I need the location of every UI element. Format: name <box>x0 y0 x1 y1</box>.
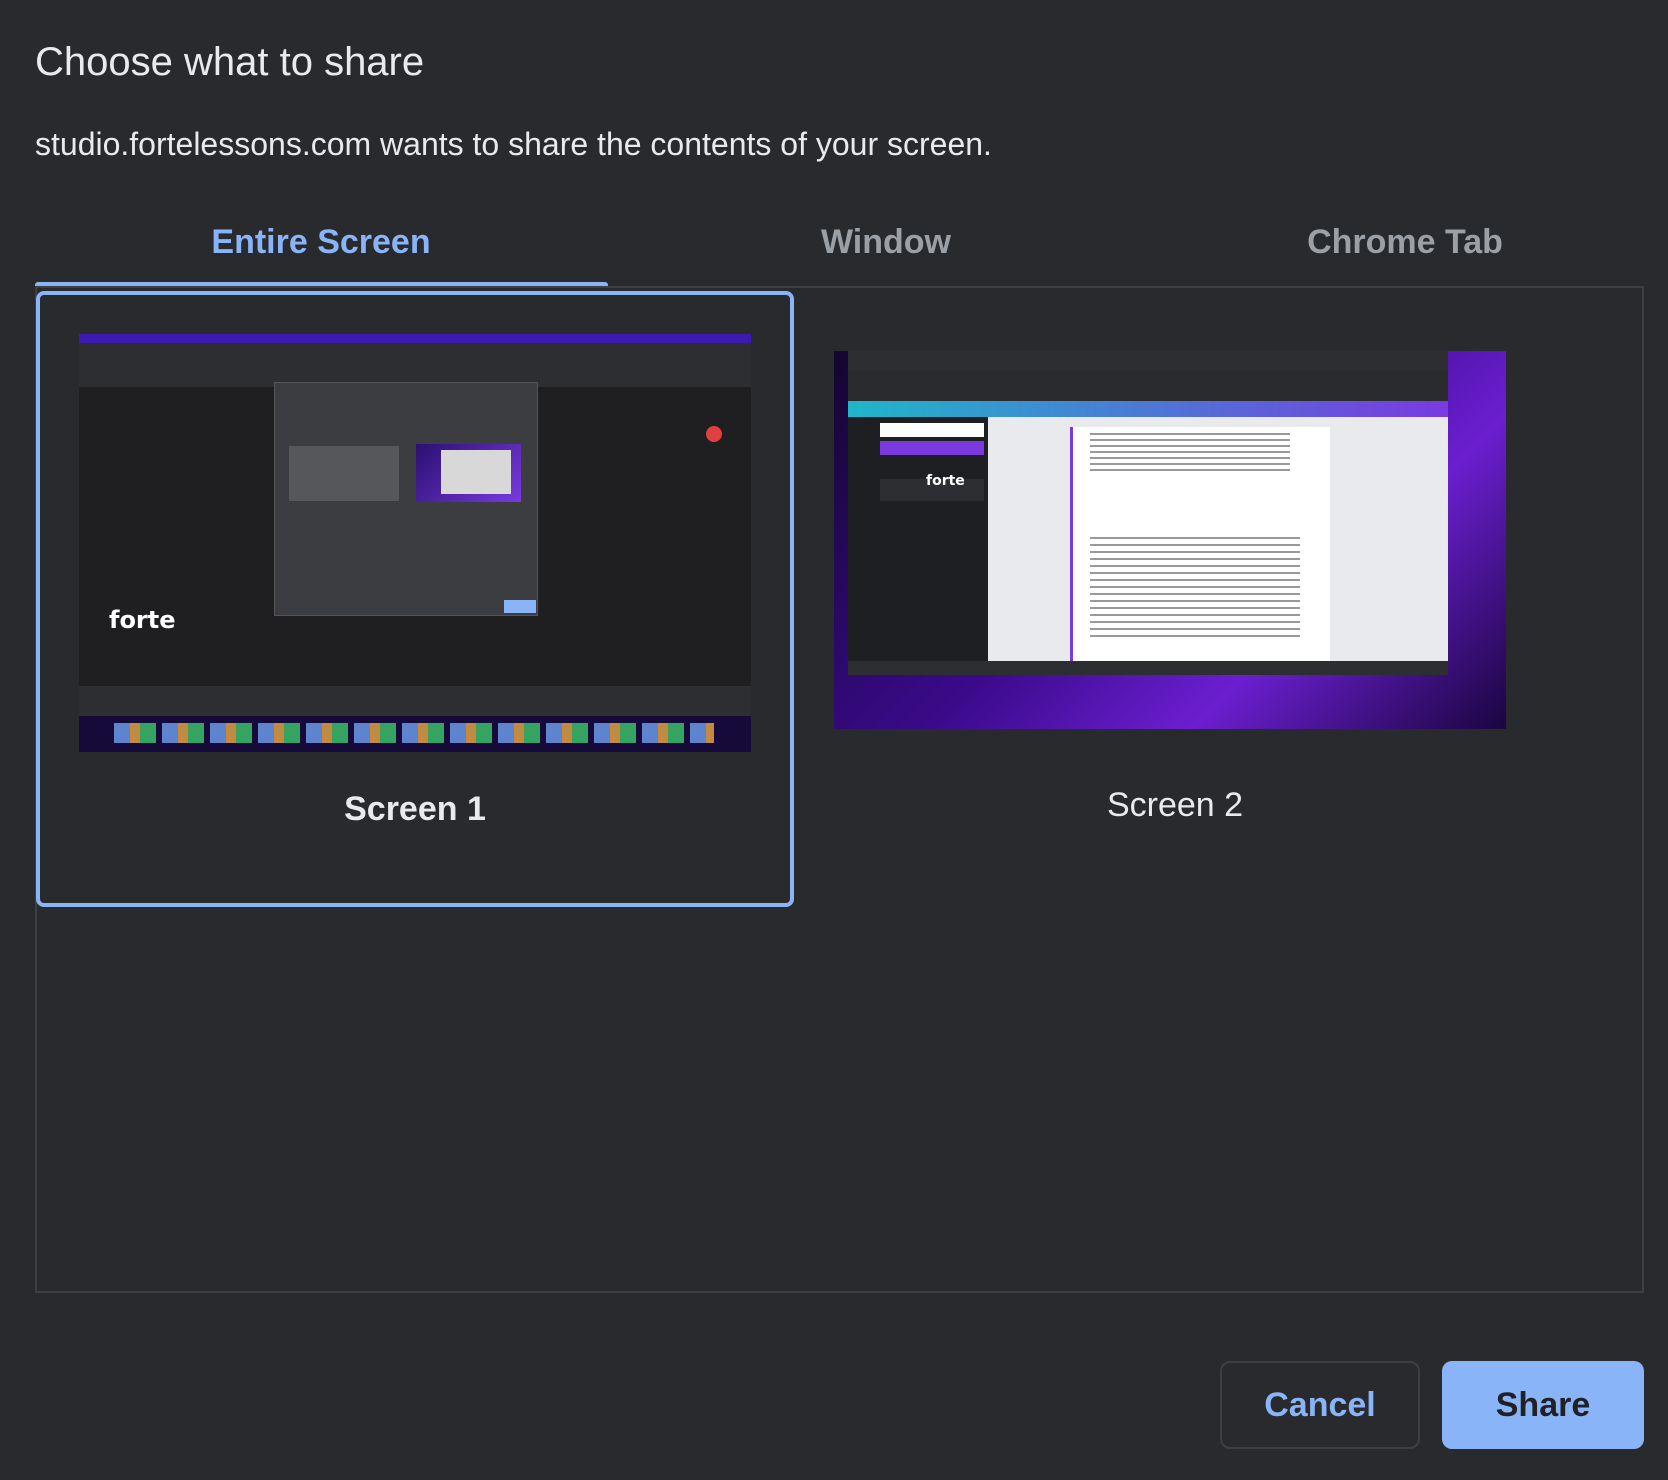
screen-2-thumbnail: forte <box>834 351 1506 729</box>
forte-logo: forte <box>109 606 176 634</box>
share-button[interactable]: Share <box>1442 1361 1644 1449</box>
tab-entire-screen[interactable]: Entire Screen <box>35 215 607 287</box>
screen-1-label: Screen 1 <box>344 790 486 828</box>
cancel-button[interactable]: Cancel <box>1220 1361 1420 1449</box>
dialog-title: Choose what to share <box>35 40 425 84</box>
screen-2-option[interactable]: forte Screen 2 <box>796 291 1554 907</box>
screen-1-option[interactable]: forte Screen 1 <box>36 291 794 907</box>
tab-window[interactable]: Window <box>607 215 1165 287</box>
screen-2-label: Screen 2 <box>1106 786 1244 824</box>
tab-chrome-tab[interactable]: Chrome Tab <box>1165 215 1645 287</box>
forte-logo-small: forte <box>926 473 965 489</box>
dialog-subtitle: studio.fortelessons.com wants to share t… <box>35 126 992 162</box>
screen-1-thumbnail: forte <box>79 334 751 752</box>
share-tabs: Entire Screen Window Chrome Tab <box>35 215 1645 287</box>
